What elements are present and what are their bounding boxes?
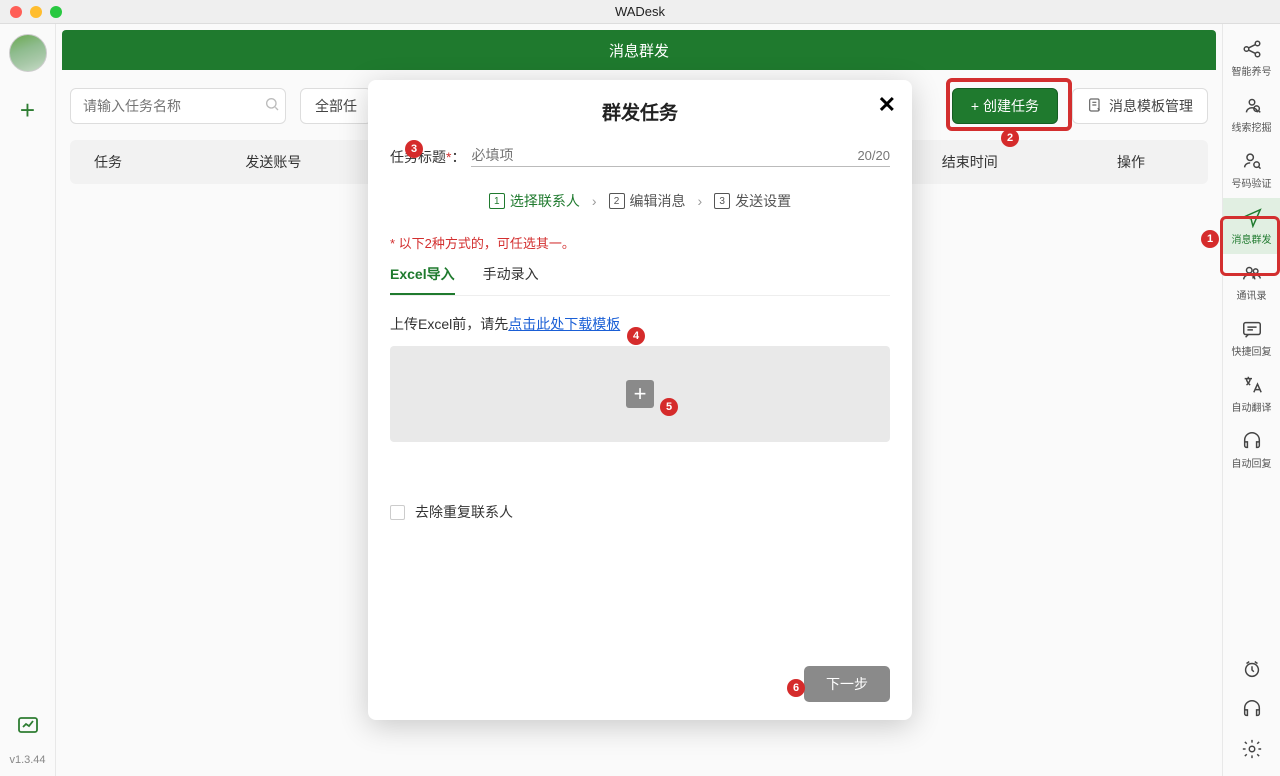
traffic-lights xyxy=(10,6,62,18)
step-2[interactable]: 2编辑消息 xyxy=(609,191,686,211)
method-note: * 以下2种方式的，可任选其一。 xyxy=(390,233,890,252)
next-button[interactable]: 下一步 xyxy=(804,666,890,702)
upload-hint: 上传Excel前，请先点击此处下载模板 xyxy=(390,314,890,334)
minimize-window-button[interactable] xyxy=(30,6,42,18)
titlebar: WADesk xyxy=(0,0,1280,24)
chevron-right-icon: › xyxy=(592,193,597,209)
dedupe-checkbox-row[interactable]: 去除重复联系人 xyxy=(390,502,890,522)
task-title-input[interactable] xyxy=(471,147,857,163)
dedupe-label: 去除重复联系人 xyxy=(415,502,513,522)
task-title-input-wrap[interactable]: 20/20 xyxy=(471,147,890,167)
plus-icon: + xyxy=(626,380,654,408)
char-count: 20/20 xyxy=(857,148,890,163)
window-title: WADesk xyxy=(615,4,665,19)
broadcast-task-modal: ✕ 群发任务 任务标题*： 20/20 1选择联系人 › 2编辑消息 › 3发送… xyxy=(368,80,912,720)
chevron-right-icon: › xyxy=(698,193,703,209)
close-window-button[interactable] xyxy=(10,6,22,18)
tab-manual[interactable]: 手动录入 xyxy=(483,264,539,295)
modal-title: 群发任务 xyxy=(390,98,890,125)
maximize-window-button[interactable] xyxy=(50,6,62,18)
task-title-label: 任务标题*： xyxy=(390,147,465,167)
step-1[interactable]: 1选择联系人 xyxy=(489,191,580,211)
import-tabs: Excel导入 手动录入 xyxy=(390,264,890,296)
wizard-steps: 1选择联系人 › 2编辑消息 › 3发送设置 xyxy=(390,191,890,211)
step-3[interactable]: 3发送设置 xyxy=(714,191,791,211)
tab-excel[interactable]: Excel导入 xyxy=(390,264,455,295)
upload-dropzone[interactable]: + xyxy=(390,346,890,442)
download-template-link[interactable]: 点击此处下载模板 xyxy=(508,316,620,332)
close-icon[interactable]: ✕ xyxy=(878,92,896,118)
dedupe-checkbox[interactable] xyxy=(390,505,405,520)
